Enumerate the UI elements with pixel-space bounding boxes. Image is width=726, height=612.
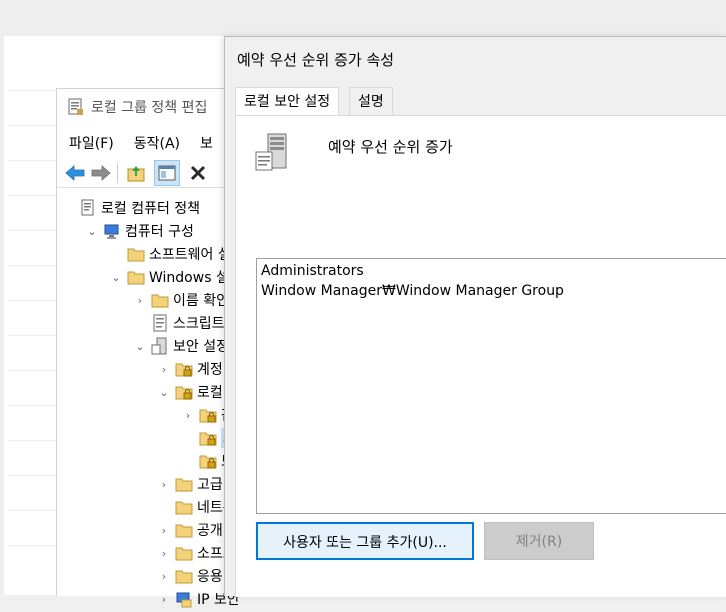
toolbar-separator [117, 163, 118, 183]
expand-chevron-icon[interactable]: › [157, 547, 171, 560]
tree-item-label: 소프트웨어 설 [149, 247, 231, 263]
menu-file[interactable]: 파일(F) [69, 133, 114, 153]
tree-item[interactable]: ⌄ 컴퓨터 구성 [85, 220, 194, 242]
locked-folder-icon [199, 406, 217, 424]
tree-item[interactable]: 스크립트 [133, 312, 225, 334]
computer-icon [103, 222, 121, 240]
console-tree-icon [158, 165, 176, 181]
collapse-chevron-icon[interactable]: ⌄ [85, 225, 99, 238]
tree-item[interactable]: 소프트웨어 설 [109, 243, 231, 265]
policy-doc-icon [79, 199, 97, 217]
locked-folder-icon [175, 383, 193, 401]
tree-item-label: 보안 설정 [173, 339, 229, 355]
list-item[interactable]: Window Manager₩Window Manager Group [261, 283, 564, 303]
tree-item-label: 이름 확인 [173, 293, 229, 309]
dialog-title: 예약 우선 순위 증가 속성 [237, 51, 395, 69]
menu-view[interactable]: 보 [200, 133, 213, 153]
menu-action[interactable]: 동작(A) [134, 133, 180, 153]
folder-icon [175, 521, 193, 539]
tree-item[interactable]: › 이름 확인 [133, 289, 229, 311]
ip-security-icon [175, 590, 193, 608]
collapse-chevron-icon[interactable]: ⌄ [109, 271, 123, 284]
add-user-or-group-button[interactable]: 사용자 또는 그룹 추가(U)... [256, 522, 474, 560]
tree-item[interactable]: ⌄ 보안 설정 [133, 335, 229, 357]
tree-item-label: 컴퓨터 구성 [125, 224, 194, 240]
folder-icon [175, 475, 193, 493]
collapse-chevron-icon[interactable]: ⌄ [133, 340, 147, 353]
properties-dialog: 예약 우선 순위 증가 속성 로컬 보안 설정 설명 예약 우선 순위 증가 A… [224, 36, 726, 597]
up-folder-icon [127, 166, 145, 182]
delete-button[interactable] [186, 161, 210, 185]
show-hide-console-tree-button[interactable] [154, 160, 180, 186]
server-policy-icon [255, 133, 287, 171]
folder-icon [175, 498, 193, 516]
forward-arrow-icon [91, 165, 111, 181]
background-window-lines [8, 90, 58, 590]
expand-chevron-icon[interactable]: › [157, 363, 171, 376]
gpedit-menubar: 파일(F) 동작(A) 보 [57, 129, 221, 157]
remove-button[interactable]: 제거(R) [484, 522, 594, 560]
delete-x-icon [190, 165, 206, 181]
security-icon [151, 337, 169, 355]
collapse-chevron-icon[interactable]: ⌄ [157, 386, 171, 399]
up-level-button[interactable] [124, 161, 148, 185]
gpedit-app-icon [68, 98, 83, 115]
tab-local-security-setting[interactable]: 로컬 보안 설정 [235, 87, 340, 117]
locked-folder-icon [175, 360, 193, 378]
expand-chevron-icon[interactable]: › [157, 570, 171, 583]
expand-chevron-icon[interactable]: › [181, 409, 195, 422]
locked-folder-icon [199, 452, 217, 470]
back-arrow-icon [65, 165, 85, 181]
folder-icon [151, 291, 169, 309]
folder-icon [127, 245, 145, 263]
expand-chevron-icon[interactable]: › [133, 294, 147, 307]
expand-chevron-icon[interactable]: › [157, 478, 171, 491]
list-item[interactable]: Administrators [261, 263, 364, 283]
locked-folder-icon [199, 429, 217, 447]
expand-chevron-icon[interactable]: › [157, 593, 171, 606]
back-button[interactable] [63, 161, 87, 185]
members-listbox[interactable]: Administrators Window Manager₩Window Man… [256, 258, 726, 514]
folder-icon [175, 544, 193, 562]
script-icon [151, 314, 169, 332]
folder-icon [127, 268, 145, 286]
forward-button[interactable] [89, 161, 113, 185]
tree-item[interactable]: 로컬 컴퓨터 정책 [61, 197, 200, 219]
folder-icon [175, 567, 193, 585]
tree-item-label: 스크립트 [173, 316, 225, 332]
gpedit-title: 로컬 그룹 정책 편집 [91, 100, 208, 116]
tab-explain[interactable]: 설명 [349, 87, 393, 116]
policy-name: 예약 우선 순위 증가 [328, 138, 453, 156]
tree-item[interactable]: ⌄ Windows 설정 [109, 266, 241, 288]
tab-panel-local-security-setting: 예약 우선 순위 증가 Administrators Window Manage… [235, 115, 726, 597]
expand-chevron-icon[interactable]: › [157, 524, 171, 537]
tree-item-label: 로컬 컴퓨터 정책 [101, 201, 201, 217]
